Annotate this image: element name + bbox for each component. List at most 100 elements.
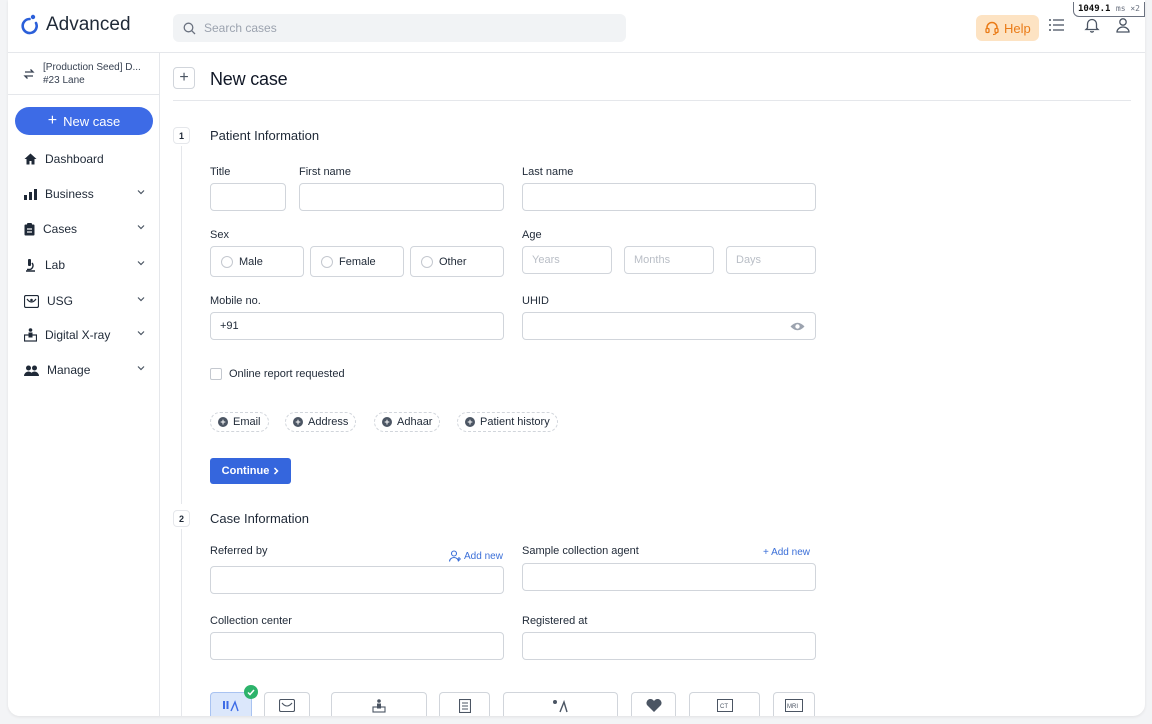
sex-option-female[interactable]: Female [310, 246, 404, 277]
title-divider [173, 100, 1131, 101]
radio-icon [221, 255, 233, 268]
case-section-title: Case Information [210, 511, 309, 526]
timing-unit: ms ×2 [1115, 4, 1140, 13]
chip-label: Address [308, 416, 349, 428]
sex-label: Sex [210, 229, 229, 241]
lab-tubes-icon [223, 700, 239, 712]
radio-label: Female [339, 255, 376, 268]
bar-chart-icon [24, 188, 37, 200]
new-case-label: New case [63, 113, 121, 129]
ultrasound-icon [24, 294, 39, 308]
sidebar-item-dashboard[interactable]: Dashboard [8, 147, 159, 171]
microscope-icon [26, 258, 35, 272]
main-content: + New case 1 Patient Information Title F… [161, 53, 1145, 716]
heart-icon [646, 699, 661, 712]
sex-option-other[interactable]: Other [410, 246, 504, 277]
add-address-chip[interactable]: + Address [285, 412, 357, 432]
radio-label: Male [239, 255, 263, 268]
title-field[interactable] [210, 183, 286, 211]
search-icon [183, 22, 196, 34]
timing-value: 1049.1 [1077, 4, 1111, 14]
clipboard-icon [24, 222, 35, 235]
modality-mri-tile[interactable]: MRI [773, 692, 815, 716]
document-icon [458, 699, 471, 713]
step-connector [181, 529, 182, 716]
age-years-input[interactable]: Years [522, 246, 612, 274]
continue-button[interactable]: Continue [210, 458, 291, 484]
radio-icon [321, 255, 333, 268]
add-patient-history-chip[interactable]: + Patient history [457, 412, 558, 432]
modality-xray-tile[interactable] [331, 692, 427, 716]
add-case-button[interactable]: + [173, 67, 195, 89]
sidebar-item-label: USG [47, 294, 74, 308]
bell-icon[interactable] [1081, 14, 1103, 36]
modality-ct-tile[interactable]: CT [689, 692, 760, 716]
patient-section-title: Patient Information [210, 128, 320, 143]
new-case-button[interactable]: + New case [15, 107, 153, 135]
modality-usg-tile[interactable] [264, 692, 310, 716]
page-title: New case [210, 69, 288, 89]
first-name-label: First name [299, 166, 351, 178]
sidebar-item-lab[interactable]: Lab [8, 253, 159, 277]
app-logo[interactable]: Advanced [20, 14, 131, 36]
search-input[interactable]: Search cases [173, 14, 626, 42]
modality-cardiology-tile[interactable] [631, 692, 676, 716]
radio-icon [421, 255, 433, 268]
org-switcher[interactable]: [Production Seed] D... #23 Lane [8, 53, 159, 95]
step-connector [181, 146, 182, 504]
chip-label: Patient history [480, 416, 550, 428]
title-label: Title [210, 166, 231, 178]
top-header: Advanced Search cases Help 1049.1 ms ×2 [8, 0, 1145, 53]
chevron-down-icon [137, 297, 145, 302]
collection-center-field[interactable] [210, 632, 504, 660]
age-days-input[interactable]: Days [726, 246, 816, 274]
add-referrer-link[interactable]: Add new [449, 550, 503, 562]
chip-label: Adhaar [397, 416, 433, 428]
sidebar-item-label: Business [45, 187, 94, 201]
sample-agent-field[interactable] [522, 563, 816, 591]
chevron-down-icon [137, 366, 145, 371]
switch-arrows-icon [23, 69, 35, 79]
plus-circle-icon: + [293, 417, 303, 427]
add-email-chip[interactable]: + Email [210, 412, 269, 432]
help-label: Help [1004, 20, 1031, 36]
org-branch: #23 Lane [43, 75, 85, 86]
online-report-label: Online report requested [229, 368, 345, 380]
mobile-label: Mobile no. [210, 295, 261, 307]
referred-by-field[interactable] [210, 566, 504, 594]
last-name-field[interactable] [522, 183, 816, 211]
mri-scan-icon: MRI [785, 699, 803, 712]
logo-icon [21, 14, 38, 35]
render-timing-badge: 1049.1 ms ×2 [1072, 2, 1145, 17]
last-name-label: Last name [522, 166, 574, 178]
first-name-field[interactable] [299, 183, 504, 211]
modality-report-tile[interactable] [439, 692, 490, 716]
user-add-icon [449, 550, 461, 562]
sidebar-item-usg[interactable]: USG [8, 289, 159, 313]
add-agent-link[interactable]: + Add new [763, 547, 810, 558]
chevron-right-icon [274, 467, 279, 475]
sidebar-item-digital-xray[interactable]: Digital X-ray [8, 323, 159, 347]
mobile-field[interactable]: +91 [210, 312, 504, 340]
plus-icon: + [47, 112, 58, 129]
svg-text:CT: CT [720, 704, 728, 710]
uhid-label: UHID [522, 295, 549, 307]
sidebar-item-label: Lab [45, 258, 66, 272]
sidebar-item-manage[interactable]: Manage [8, 358, 159, 382]
add-adhaar-chip[interactable]: + Adhaar [374, 412, 441, 432]
age-months-input[interactable]: Months [624, 246, 714, 274]
eye-icon[interactable] [790, 321, 805, 332]
sidebar-item-business[interactable]: Business [8, 182, 159, 206]
help-button[interactable]: Help [976, 15, 1039, 41]
xray-machine-icon [24, 328, 37, 342]
sex-option-male[interactable]: Male [210, 246, 304, 277]
user-icon[interactable] [1112, 14, 1134, 36]
sidebar-item-cases[interactable]: Cases [8, 217, 159, 241]
modality-pathology-tile[interactable] [503, 692, 618, 716]
plus-circle-icon: + [465, 417, 475, 427]
uhid-field[interactable] [522, 312, 816, 340]
registered-at-field[interactable] [522, 632, 816, 660]
list-icon[interactable] [1046, 14, 1068, 36]
online-report-checkbox[interactable]: Online report requested [210, 368, 345, 380]
chevron-down-icon [137, 225, 145, 230]
